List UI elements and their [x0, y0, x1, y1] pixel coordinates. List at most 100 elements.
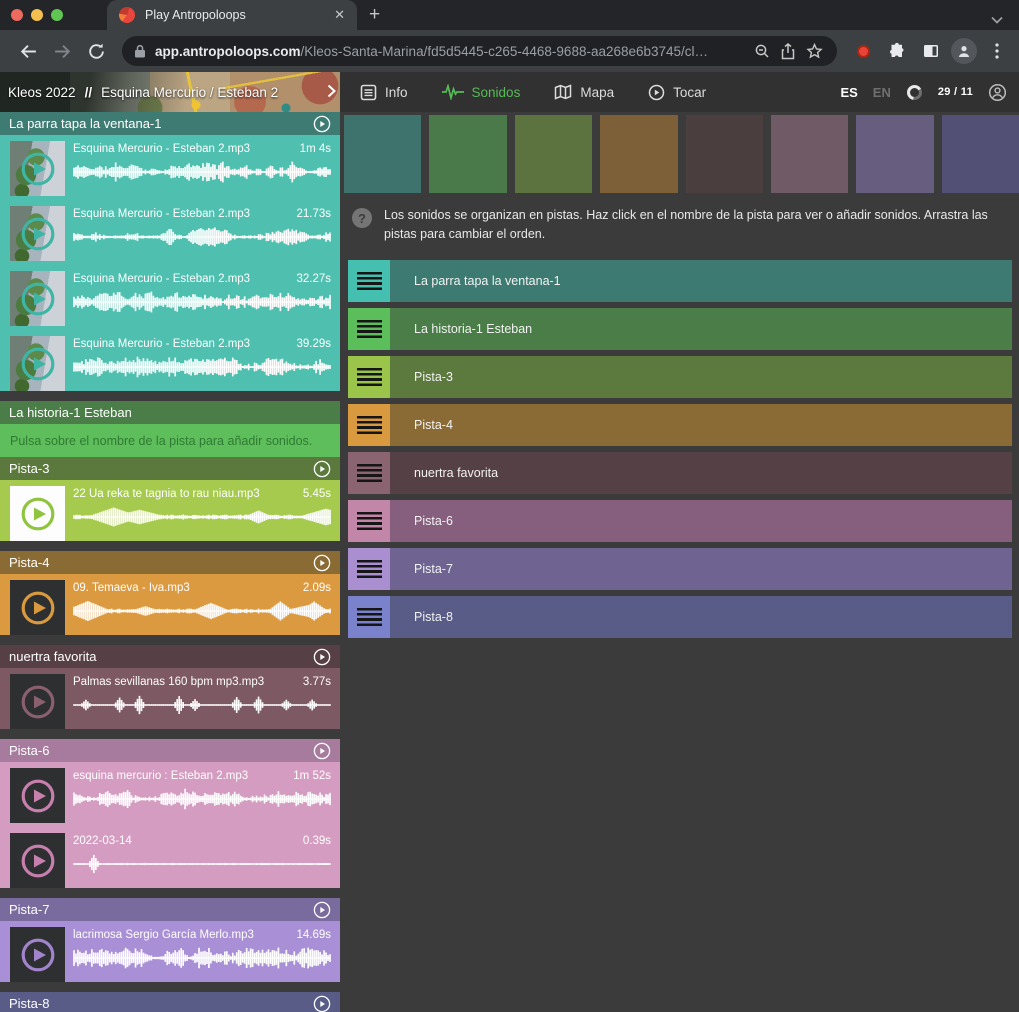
share-icon[interactable] [775, 38, 801, 64]
track-color-swatch[interactable] [600, 115, 677, 193]
breadcrumb-project[interactable]: Kleos 2022 [8, 85, 76, 100]
extensions-puzzle-icon[interactable] [883, 37, 911, 65]
clip-thumbnail[interactable] [10, 271, 65, 326]
track-row-bar[interactable]: Pista-3 [390, 356, 1012, 398]
track-play-button[interactable] [313, 648, 331, 666]
window-controls[interactable] [0, 0, 75, 30]
track-row-bar[interactable]: Pista-7 [390, 548, 1012, 590]
breadcrumb[interactable]: Kleos 2022 // Esquina Mercurio / Esteban… [8, 72, 278, 112]
track-play-button[interactable] [313, 460, 331, 478]
tab-close-icon[interactable]: ✕ [332, 7, 347, 23]
track-drag-handle[interactable] [348, 548, 390, 590]
audio-clip[interactable]: Palmas sevillanas 160 bpm mp3.mp3 3.77s [10, 674, 340, 729]
track-color-swatch[interactable] [344, 115, 421, 193]
lang-es-button[interactable]: ES [840, 85, 857, 100]
lang-en-button[interactable]: EN [873, 85, 891, 100]
track-play-button[interactable] [313, 554, 331, 572]
new-tab-button[interactable]: + [369, 4, 380, 26]
track-row-bar[interactable]: Pista-6 [390, 500, 1012, 542]
clip-thumbnail[interactable] [10, 336, 65, 391]
lock-icon[interactable] [134, 44, 146, 58]
audio-clip[interactable]: esquina mercurio : Esteban 2.mp3 1m 52s [10, 768, 340, 823]
track-header-5[interactable]: nuertra favorita [0, 645, 340, 668]
track-color-swatch[interactable] [856, 115, 933, 193]
account-icon[interactable] [988, 83, 1007, 102]
zoom-out-icon[interactable] [749, 38, 775, 64]
clip-thumbnail[interactable] [10, 580, 65, 635]
audio-clip[interactable]: lacrimosa Sergio García Merlo.mp3 14.69s [10, 927, 340, 982]
track-drag-handle[interactable] [348, 596, 390, 638]
recording-indicator-icon[interactable] [849, 37, 877, 65]
tab-sonidos[interactable]: Sonidos [442, 84, 521, 100]
track-play-button[interactable] [313, 115, 331, 133]
clip-thumbnail[interactable] [10, 927, 65, 982]
track-header-8[interactable]: Pista-8 [0, 992, 340, 1012]
track-drag-handle[interactable] [348, 356, 390, 398]
tab-tocar[interactable]: Tocar [648, 84, 706, 101]
track-header-7[interactable]: Pista-7 [0, 898, 340, 921]
track-header-3[interactable]: Pista-3 [0, 457, 340, 480]
track-row-6[interactable]: Pista-6 [348, 500, 1012, 542]
maximize-window-button[interactable] [51, 9, 63, 21]
audio-clip[interactable]: Esquina Mercurio - Esteban 2.mp3 21.73s [10, 206, 340, 261]
track-drag-handle[interactable] [348, 308, 390, 350]
forward-icon[interactable] [48, 37, 76, 65]
clip-thumbnail[interactable] [10, 486, 65, 541]
track-row-bar[interactable]: Pista-4 [390, 404, 1012, 446]
track-row-8[interactable]: Pista-8 [348, 596, 1012, 638]
clip-thumbnail[interactable] [10, 768, 65, 823]
audio-clip[interactable]: 2022-03-14 0.39s [10, 833, 340, 888]
profile-avatar[interactable] [951, 38, 977, 64]
track-row-3[interactable]: Pista-3 [348, 356, 1012, 398]
track-row-bar[interactable]: Pista-8 [390, 596, 1012, 638]
tab-info[interactable]: Info [360, 84, 408, 101]
bookmark-star-icon[interactable] [801, 38, 827, 64]
track-drag-handle[interactable] [348, 404, 390, 446]
clip-thumbnail[interactable] [10, 833, 65, 888]
audio-clip[interactable]: Esquina Mercurio - Esteban 2.mp3 1m 4s [10, 141, 340, 196]
close-window-button[interactable] [11, 9, 23, 21]
tab-mapa[interactable]: Mapa [554, 84, 614, 100]
audio-clip[interactable]: 22 Ua reka te tagnia to rau niau.mp3 5.4… [10, 486, 340, 541]
track-drag-handle[interactable] [348, 452, 390, 494]
track-row-2[interactable]: La historia-1 Esteban [348, 308, 1012, 350]
track-row-5[interactable]: nuertra favorita [348, 452, 1012, 494]
browser-menu-icon[interactable] [983, 37, 1011, 65]
tab-search-chevron-icon[interactable] [991, 16, 1003, 24]
clip-thumbnail[interactable] [10, 674, 65, 729]
reload-icon[interactable] [82, 37, 110, 65]
track-header-4[interactable]: Pista-4 [0, 551, 340, 574]
audio-clip[interactable]: Esquina Mercurio - Esteban 2.mp3 32.27s [10, 271, 340, 326]
track-color-swatch[interactable] [686, 115, 763, 193]
track-row-1[interactable]: La parra tapa la ventana-1 [348, 260, 1012, 302]
track-play-button[interactable] [313, 742, 331, 760]
side-panel-icon[interactable] [917, 37, 945, 65]
track-color-swatch[interactable] [942, 115, 1019, 193]
url-text[interactable]: app.antropoloops.com/Kleos-Santa-Marina/… [155, 44, 749, 59]
audio-clip[interactable]: Esquina Mercurio - Esteban 2.mp3 39.29s [10, 336, 340, 391]
track-drag-handle[interactable] [348, 500, 390, 542]
track-color-swatch[interactable] [771, 115, 848, 193]
chevron-right-icon[interactable] [327, 84, 336, 98]
project-map-thumbnail[interactable]: Kleos 2022 // Esquina Mercurio / Esteban… [0, 72, 340, 112]
track-header-6[interactable]: Pista-6 [0, 739, 340, 762]
track-row-bar[interactable]: La historia-1 Esteban [390, 308, 1012, 350]
track-drag-handle[interactable] [348, 260, 390, 302]
browser-tab[interactable]: Play Antropoloops ✕ [107, 0, 357, 30]
back-icon[interactable] [14, 37, 42, 65]
minimize-window-button[interactable] [31, 9, 43, 21]
clip-thumbnail[interactable] [10, 206, 65, 261]
url-bar[interactable]: app.antropoloops.com/Kleos-Santa-Marina/… [122, 36, 837, 66]
track-color-swatch[interactable] [515, 115, 592, 193]
track-header-2[interactable]: La historia-1 Esteban [0, 401, 340, 424]
clip-thumbnail[interactable] [10, 141, 65, 196]
track-color-swatch[interactable] [429, 115, 506, 193]
audio-clip[interactable]: 09. Temaeva - Iva.mp3 2.09s [10, 580, 340, 635]
track-row-bar[interactable]: La parra tapa la ventana-1 [390, 260, 1012, 302]
track-play-button[interactable] [313, 901, 331, 919]
track-row-7[interactable]: Pista-7 [348, 548, 1012, 590]
track-header-1[interactable]: La parra tapa la ventana-1 [0, 112, 340, 135]
track-row-4[interactable]: Pista-4 [348, 404, 1012, 446]
track-play-button[interactable] [313, 995, 331, 1012]
track-row-bar[interactable]: nuertra favorita [390, 452, 1012, 494]
